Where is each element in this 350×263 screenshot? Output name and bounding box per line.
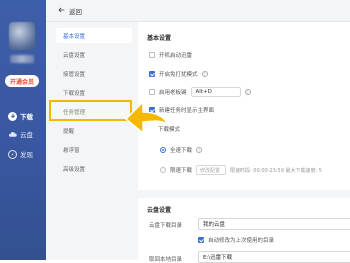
basic-settings-title: 基本设置: [147, 35, 172, 42]
bosskey-input[interactable]: Alt+D: [190, 87, 241, 97]
app-sidebar: 开通会员 下载 云盘 发现: [0, 0, 46, 260]
freedownload-label: 开启免打扰模式: [159, 72, 198, 78]
user-avatar[interactable]: [9, 22, 35, 50]
nav-discover-label: 发现: [20, 151, 33, 159]
autostart-checkbox[interactable]: [149, 52, 155, 58]
cloud-icon: [8, 130, 17, 139]
nav-cloud-label: 云盘: [20, 131, 33, 139]
nav-download-label: 下载: [20, 113, 33, 121]
menu-item-advanced[interactable]: 高级设置: [56, 161, 132, 176]
speed-hint: 限速时段: 00:00-23:59 最大下载速度: 5: [230, 167, 322, 174]
cloud-dir-input[interactable]: 我的云盘: [198, 218, 350, 230]
pointer-arrow-icon: [125, 101, 169, 134]
download-icon: [8, 111, 17, 121]
nav-download[interactable]: 下载: [0, 108, 46, 124]
autostart-label: 开机启动迅雷: [159, 53, 193, 59]
speed-config-button[interactable]: 修改配置: [196, 165, 227, 175]
nav-discover[interactable]: 发现: [0, 146, 46, 162]
fullspeed-label: 全速下载: [170, 148, 193, 154]
limitspeed-row: 限速下载 修改配置 限速时段: 00:00-23:59 最大下载速度: 5: [160, 165, 322, 175]
menu-item-cloud[interactable]: 云盘设置: [56, 47, 132, 62]
cloud-dir-label: 云盘下载目录: [149, 223, 183, 229]
auto-change-label: 自动修改为上次使用的目录: [208, 238, 275, 244]
back-link[interactable]: 返回: [69, 6, 82, 16]
settings-topbar: 返回: [46, 0, 350, 22]
discover-icon: [8, 149, 17, 159]
freedownload-checkbox[interactable]: [149, 71, 155, 77]
section-divider: [138, 190, 350, 198]
back-arrow-icon[interactable]: [58, 7, 65, 15]
menu-item-takeover[interactable]: 接管设置: [56, 66, 132, 81]
autostart-row: 开机启动迅雷: [149, 51, 192, 59]
auto-change-row: 自动修改为上次使用的目录: [198, 236, 274, 244]
local-dir-label: 取回本地目录: [149, 257, 183, 263]
cloud-settings-title: 云盘设置: [147, 207, 172, 214]
local-dir-input[interactable]: E:\迅雷下载: [198, 251, 350, 263]
auto-change-checkbox[interactable]: [198, 237, 204, 243]
freedownload-row: 开启免打扰模式 ?: [149, 70, 208, 78]
limitspeed-radio[interactable]: [160, 167, 166, 173]
menu-item-basic[interactable]: 基本设置: [56, 28, 132, 43]
vip-button[interactable]: 开通会员: [5, 75, 39, 87]
user-name-blurred: [10, 55, 34, 63]
nav-cloud[interactable]: 云盘: [0, 126, 46, 142]
limitspeed-label: 限速下载: [170, 168, 193, 174]
help-icon[interactable]: ?: [201, 71, 208, 77]
help-icon[interactable]: ?: [244, 89, 251, 95]
help-icon[interactable]: ?: [196, 147, 203, 153]
